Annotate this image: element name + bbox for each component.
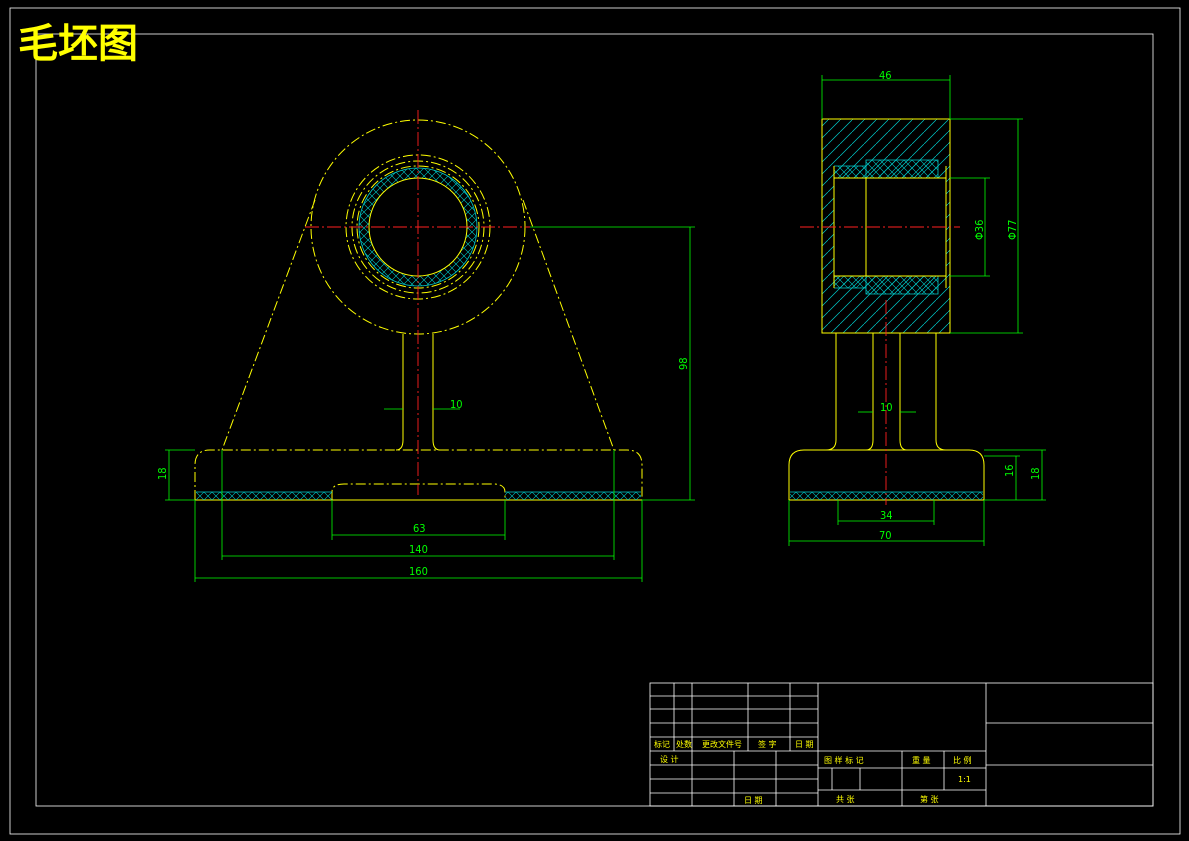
dim-base-total: 18 <box>1029 467 1042 480</box>
svg-text:日 期: 日 期 <box>795 740 814 749</box>
dim-bore-diameter: Φ36 <box>973 220 986 240</box>
outer-frame <box>9 7 1181 835</box>
dim-outer-diameter: Φ77 <box>1006 220 1019 240</box>
dim-slot-width: 63 <box>413 522 426 535</box>
sheet-number-label: 第 张 <box>920 794 939 804</box>
scale-label: 比 例 <box>953 755 972 765</box>
dim-hole-spacing: 140 <box>409 543 428 556</box>
total-sheets-label: 共 张 <box>836 795 855 804</box>
svg-text:处数: 处数 <box>676 739 692 749</box>
dim-base-height: 18 <box>156 467 169 480</box>
drawing-title: 毛坯图 <box>18 20 138 67</box>
inner-frame <box>35 33 1154 807</box>
dim-side-web: 10 <box>880 401 893 414</box>
dim-base-thickness: 16 <box>1003 464 1016 477</box>
date-label: 日 期 <box>744 796 763 805</box>
dim-web-span: 34 <box>880 509 893 522</box>
dim-base-length: 160 <box>409 565 428 578</box>
scale-value: 1:1 <box>958 775 971 784</box>
dim-center-height: 98 <box>677 357 690 370</box>
dim-housing-width: 46 <box>879 69 892 82</box>
svg-text:更改文件号: 更改文件号 <box>702 739 742 749</box>
svg-text:标记: 标记 <box>654 739 670 749</box>
stage-label: 图 样 标 记 <box>824 755 864 765</box>
front-view: 10 63 140 160 18 98 <box>156 110 695 582</box>
cad-drawing: 毛坯图 10 63 140 160 18 98 46 Φ36 Φ77 10 34… <box>9 7 1181 835</box>
svg-text:签 字: 签 字 <box>758 739 777 749</box>
dim-web-width: 10 <box>450 398 463 411</box>
dim-base-width: 70 <box>879 529 892 542</box>
designer-label: 设 计 <box>660 754 679 764</box>
title-block: 标记 处数 更改文件号 签 字 日 期 设 计 日 期 图 样 标 记 重 量 … <box>649 682 1154 807</box>
side-view: 46 Φ36 Φ77 10 34 70 16 18 <box>788 69 1046 546</box>
weight-label: 重 量 <box>912 755 931 765</box>
